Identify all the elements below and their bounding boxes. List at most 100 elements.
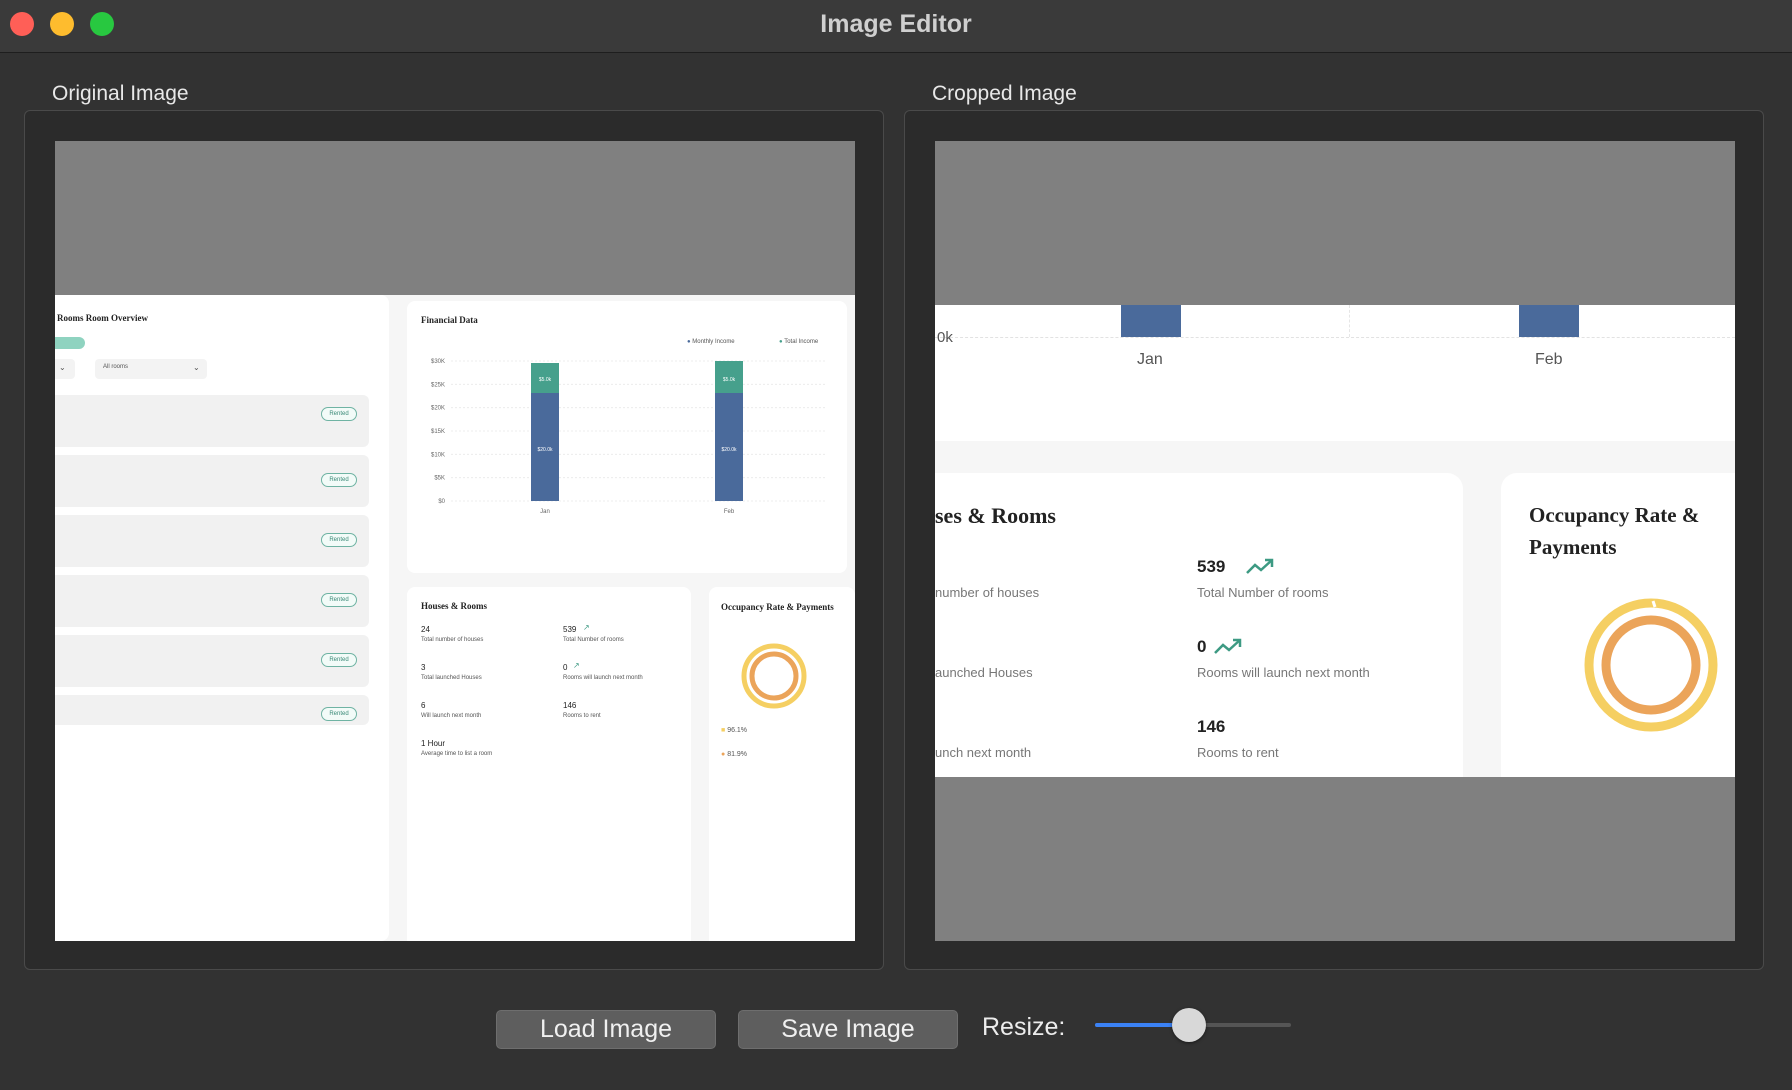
financial-data-card: Financial Data ● Monthly Income ● Total … (407, 301, 847, 573)
trend-up-icon (1246, 558, 1274, 574)
bar-label: $5.0k (723, 377, 736, 383)
original-image-group: Rooms Room Overview ⌄ All rooms ⌄ Rented… (24, 110, 884, 970)
baseline (935, 337, 1735, 338)
occ-legend-item: ■ 96.1% (721, 727, 748, 734)
bar-label: $20.0k (721, 447, 737, 453)
stat-label: Rooms will launch next month (563, 675, 643, 681)
status-pill: Rented (321, 707, 357, 721)
status-pill: Rented (321, 473, 357, 487)
stat-label: Will launch next month (421, 713, 482, 719)
stat-value: 0 (563, 663, 568, 672)
y-tick-label: $5K (434, 476, 445, 482)
stat-label: Rooms to rent (563, 713, 601, 719)
stat-label: Rooms to rent (1197, 745, 1279, 760)
stat-label: Total Number of rooms (563, 637, 624, 643)
stat-value: 539 (1197, 557, 1226, 576)
stat-label: Total launched Houses (421, 675, 482, 681)
y-tick-label: $25K (431, 382, 445, 388)
stat-value: 146 (563, 701, 577, 710)
axis-tick-label: 0k (937, 329, 953, 346)
title-bar: Image Editor (0, 0, 1792, 53)
room-row: Rented (55, 575, 369, 627)
stat-label: Total number of houses (421, 637, 484, 643)
resize-label: Resize: (982, 1013, 1066, 1041)
rooms-filter-chip (55, 337, 85, 349)
rooms-overview-title: Rooms Room Overview (57, 313, 148, 323)
financial-bar-chart: $30K $25K $20K $15K $10K $5K $0 $5.0k $20.0k Jan $… (431, 359, 827, 515)
cropped-image-label: Cropped Image (932, 82, 1077, 105)
chart-bar-jan (1121, 305, 1181, 337)
status-pill: Rented (321, 593, 357, 607)
trend-up-icon: ↗ (573, 661, 580, 670)
dropdown-rooms-label: All rooms (103, 364, 129, 370)
cropped-occupancy-title-line2: Payments (1529, 535, 1617, 559)
occupancy-title: Occupancy Rate & Payments (721, 602, 834, 612)
x-tick-label: Jan (540, 509, 550, 515)
dropdown-a: ⌄ (55, 359, 75, 379)
stat-value: 3 (421, 663, 426, 672)
room-row: Rented (55, 635, 369, 687)
cropped-houses-card: ses & Rooms number of houses aunched Hou… (935, 473, 1463, 777)
original-image-label: Original Image (52, 82, 189, 105)
stat-value: 0 (1197, 637, 1207, 656)
trend-up-icon (1214, 638, 1242, 654)
cropped-occupancy-card: Occupancy Rate & Payments (1501, 473, 1735, 777)
room-row: Rented (55, 395, 369, 447)
status-pill: Rented (321, 407, 357, 421)
cropped-image-group: 0k Jan Feb ses & Rooms number of houses … (904, 110, 1764, 970)
cropped-image-view[interactable]: 0k Jan Feb ses & Rooms number of houses … (935, 141, 1735, 941)
resize-slider[interactable] (1095, 1008, 1291, 1042)
stat-label: Average time to list a room (421, 751, 493, 757)
stat-label: number of houses (935, 585, 1040, 600)
stat-value: 6 (421, 701, 426, 710)
cropped-screenshot: 0k Jan Feb ses & Rooms number of houses … (935, 305, 1735, 777)
y-tick-label: $15K (431, 429, 445, 435)
original-image-view[interactable]: Rooms Room Overview ⌄ All rooms ⌄ Rented… (55, 141, 855, 941)
financial-title: Financial Data (421, 315, 478, 325)
rooms-overview-card: Rooms Room Overview ⌄ All rooms ⌄ Rented… (55, 295, 389, 941)
occupancy-card: Occupancy Rate & Payments ■ 96.1% ● 81.9… (709, 587, 855, 941)
occupancy-donut (1584, 598, 1718, 732)
room-row: Rented (55, 695, 369, 725)
resize-slider-thumb[interactable] (1172, 1008, 1207, 1042)
bar-label: $20.0k (537, 447, 553, 453)
window-title: Image Editor (820, 10, 972, 38)
occupancy-donut (741, 643, 807, 709)
legend-total: ● Total Income (779, 339, 819, 345)
stat-value: 539 (563, 625, 577, 634)
original-screenshot: Rooms Room Overview ⌄ All rooms ⌄ Rented… (55, 295, 855, 941)
y-tick-label: $30K (431, 359, 445, 365)
legend-monthly: ● Monthly Income (687, 339, 735, 345)
x-tick-label: Jan (1137, 351, 1163, 368)
x-tick-label: Feb (1535, 351, 1563, 368)
y-tick-label: $20K (431, 406, 445, 412)
trend-up-icon: ↗ (583, 623, 590, 632)
chevron-down-icon: ⌄ (59, 363, 66, 372)
y-tick-label: $10K (431, 452, 445, 458)
x-tick-label: Feb (724, 509, 735, 515)
stat-label: unch next month (935, 745, 1032, 760)
gridline (1349, 305, 1350, 337)
chart-bar-feb (1519, 305, 1579, 337)
room-row: Rented (55, 515, 369, 567)
cropped-houses-title: ses & Rooms (935, 503, 1056, 528)
load-image-button[interactable]: Load Image (496, 1010, 716, 1049)
stat-value: 1 Hour (421, 739, 446, 748)
occ-legend-item: ● 81.9% (721, 751, 748, 758)
status-pill: Rented (321, 653, 357, 667)
stat-label: aunched Houses (935, 665, 1033, 680)
stat-value: 146 (1197, 717, 1226, 736)
dropdown-rooms: All rooms ⌄ (95, 359, 207, 379)
status-pill: Rented (321, 533, 357, 547)
houses-title: Houses & Rooms (421, 601, 488, 611)
stat-value: 24 (421, 625, 430, 634)
cropped-chart-strip: 0k Jan Feb (935, 305, 1735, 441)
chevron-down-icon: ⌄ (193, 363, 200, 372)
houses-rooms-card: Houses & Rooms 24 Total number of houses… (407, 587, 691, 941)
stat-label: Total Number of rooms (1197, 585, 1329, 600)
stat-label: Rooms will launch next month (1197, 665, 1370, 680)
room-row: Rented (55, 455, 369, 507)
save-image-button[interactable]: Save Image (738, 1010, 958, 1049)
y-tick-label: $0 (438, 499, 445, 505)
cropped-occupancy-title-line1: Occupancy Rate & (1529, 503, 1700, 527)
